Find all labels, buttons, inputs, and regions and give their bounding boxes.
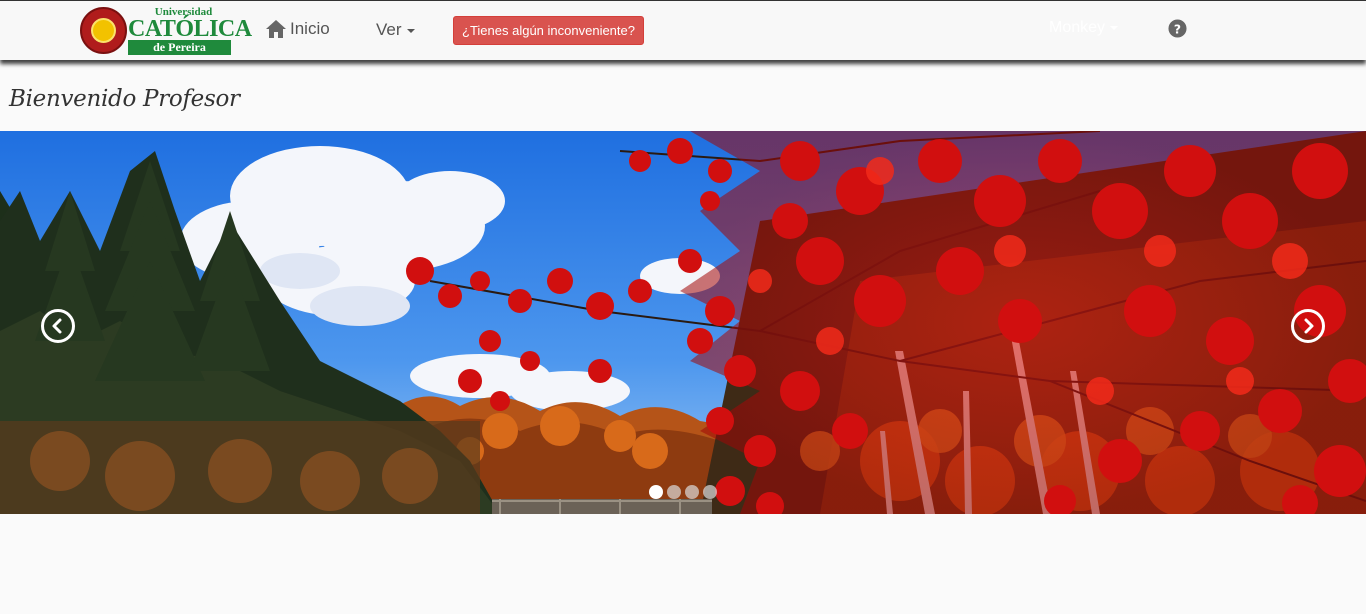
logo-line3: de Pereira bbox=[128, 40, 231, 55]
chevron-left-icon bbox=[52, 318, 62, 334]
university-logo[interactable]: Universidad CATÓLICA de Pereira bbox=[80, 6, 252, 56]
carousel-prev-button[interactable] bbox=[41, 309, 75, 343]
carousel-indicator-1[interactable] bbox=[649, 485, 663, 499]
top-navbar: Universidad CATÓLICA de Pereira Inicio V… bbox=[0, 0, 1366, 60]
user-menu-label: Monkey bbox=[1049, 19, 1106, 36]
carousel-indicators bbox=[649, 485, 717, 499]
nav-home-label: Inicio bbox=[290, 19, 330, 38]
carousel-indicator-3[interactable] bbox=[685, 485, 699, 499]
nav-ver-label: Ver bbox=[376, 20, 402, 39]
question-circle-icon[interactable]: ? bbox=[1168, 19, 1187, 38]
logo-line2: CATÓLICA bbox=[128, 16, 252, 42]
carousel-next-button[interactable] bbox=[1291, 309, 1325, 343]
svg-text:?: ? bbox=[1174, 22, 1181, 36]
carousel-indicator-2[interactable] bbox=[667, 485, 681, 499]
image-carousel bbox=[0, 131, 1366, 514]
carousel-indicator-4[interactable] bbox=[703, 485, 717, 499]
caret-down-icon bbox=[406, 28, 415, 33]
autumn-forest-slide-image bbox=[0, 131, 1366, 514]
university-seal-icon bbox=[80, 7, 127, 54]
report-issue-button[interactable]: ¿Tienes algún inconveniente? bbox=[453, 16, 644, 45]
user-menu-dropdown[interactable]: Monkey bbox=[1049, 19, 1119, 37]
nav-ver-dropdown[interactable]: Ver bbox=[376, 20, 415, 40]
chevron-right-icon bbox=[1304, 318, 1314, 334]
nav-home-link[interactable]: Inicio bbox=[265, 17, 330, 41]
caret-down-icon bbox=[1110, 25, 1119, 30]
page-title: Bienvenido Profesor bbox=[9, 86, 240, 112]
home-icon bbox=[266, 20, 286, 38]
